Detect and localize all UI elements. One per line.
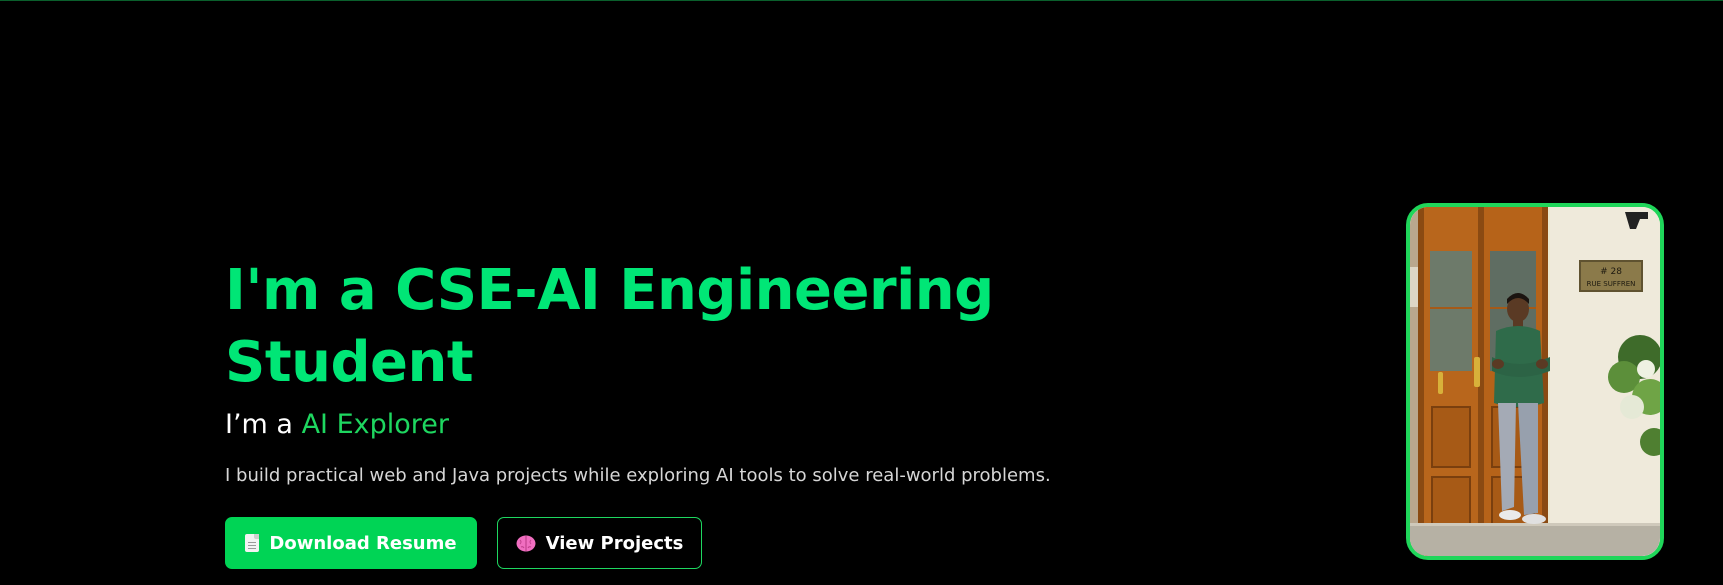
document-icon	[245, 534, 260, 552]
view-projects-button[interactable]: View Projects	[497, 517, 702, 569]
brain-icon	[516, 535, 536, 551]
hero-actions: Download Resume View Projects	[225, 517, 1225, 569]
download-resume-label: Download Resume	[269, 532, 457, 554]
hero-section: I'm a CSE-AI Engineering Student I’m a A…	[225, 255, 1225, 569]
portfolio-page: I'm a CSE-AI Engineering Student I’m a A…	[0, 0, 1723, 585]
header-divider	[0, 0, 1723, 1]
hero-subline: I’m a AI Explorer	[225, 407, 1225, 443]
hero-description: I build practical web and Java projects …	[225, 465, 1051, 486]
hero-headline: I'm a CSE-AI Engineering Student	[225, 258, 994, 395]
plaque-number: # 28	[1600, 267, 1622, 277]
profile-photo-illustration: # 28 RUE SUFFREN	[1410, 207, 1660, 556]
download-resume-button[interactable]: Download Resume	[225, 517, 477, 569]
typed-role-text: AI Explorer	[301, 409, 449, 440]
profile-photo: # 28 RUE SUFFREN	[1406, 203, 1664, 560]
plaque-street: RUE SUFFREN	[1587, 280, 1636, 288]
view-projects-label: View Projects	[545, 532, 684, 554]
subline-prefix: I’m a	[225, 409, 302, 440]
